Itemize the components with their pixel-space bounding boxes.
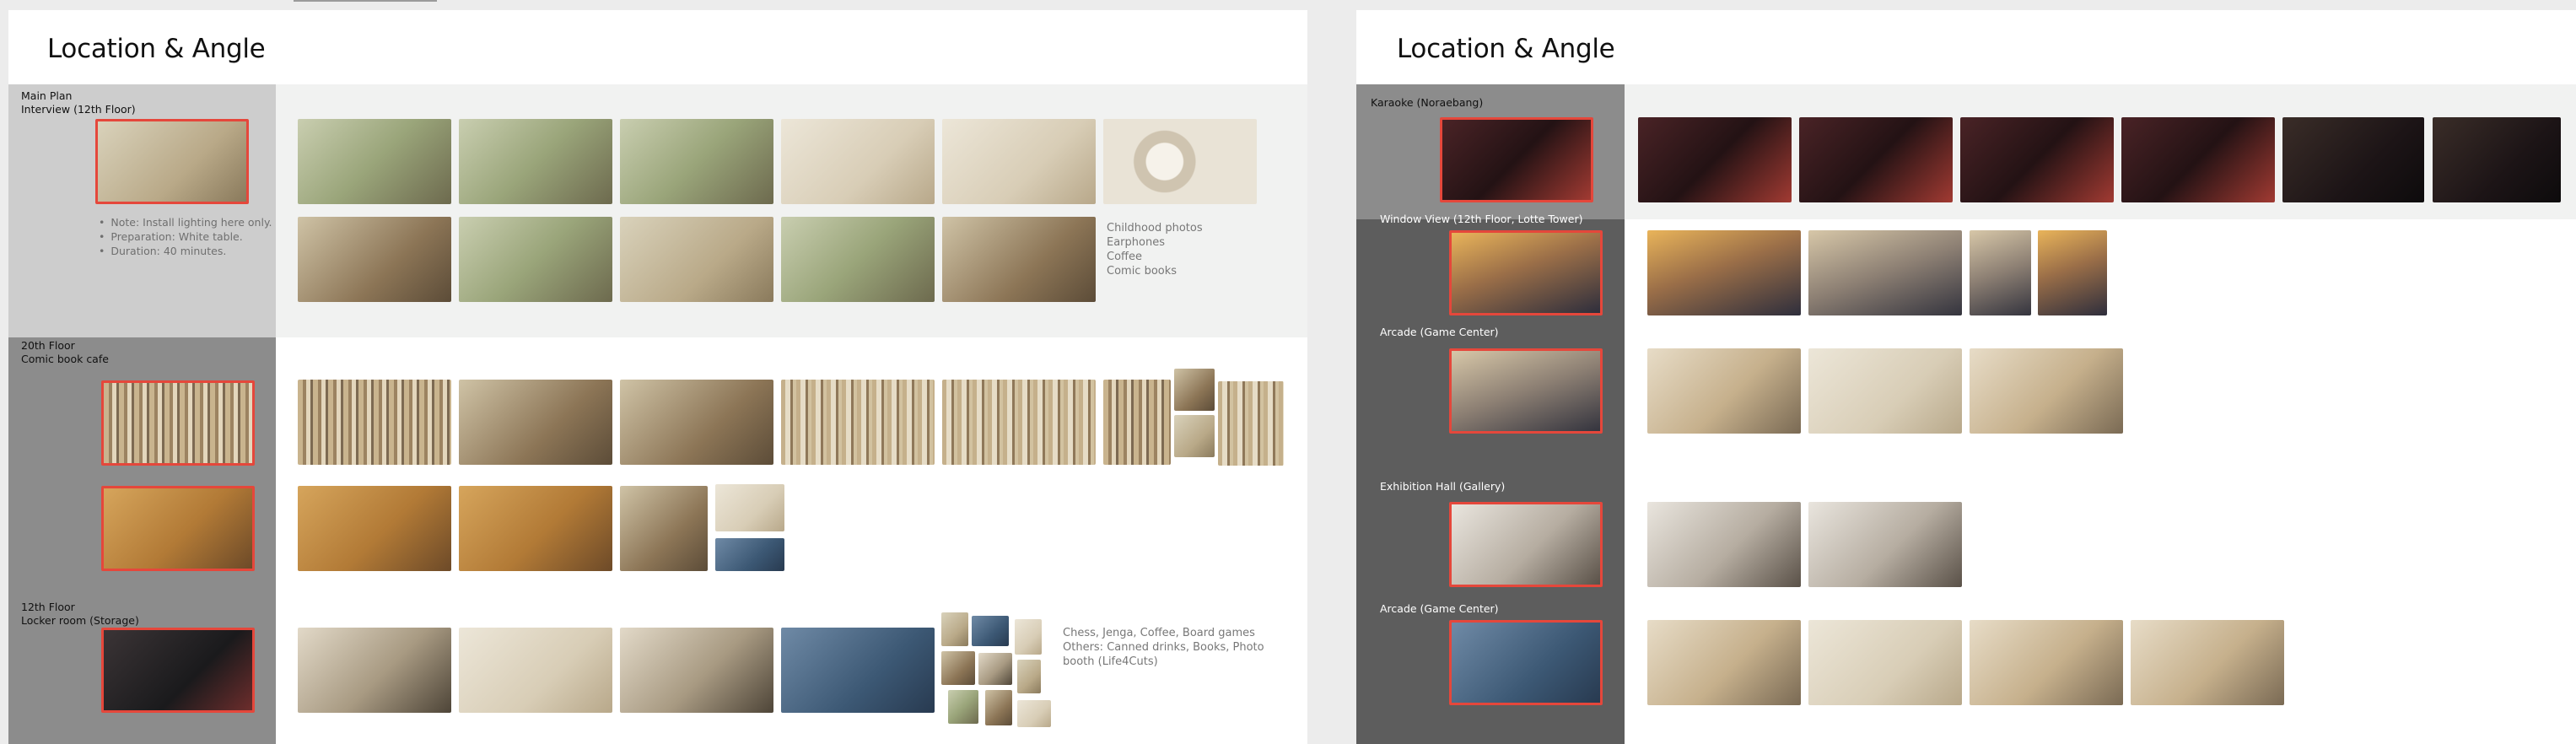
reference-photo[interactable] bbox=[459, 217, 612, 302]
reference-photo[interactable] bbox=[1017, 700, 1051, 727]
reference-photo[interactable] bbox=[1808, 620, 1962, 705]
reference-photo[interactable] bbox=[1970, 620, 2123, 705]
props-list: Childhood photos Earphones Coffee Comic … bbox=[1107, 221, 1203, 278]
reference-photo[interactable] bbox=[1808, 230, 1962, 315]
board-title: Location & Angle bbox=[1397, 34, 1615, 64]
reference-photo[interactable] bbox=[2131, 620, 2284, 705]
prop-item: Coffee bbox=[1107, 251, 1142, 263]
reference-photo[interactable] bbox=[715, 538, 784, 571]
section-label-line2: Locker room (Storage) bbox=[21, 614, 139, 627]
board-title: Location & Angle bbox=[47, 34, 266, 64]
section-label: Exhibition Hall (Gallery) bbox=[1380, 480, 1506, 493]
board-right: Location & Angle Karaoke (Noraebang) Win… bbox=[1356, 10, 2576, 744]
section-label-line1: 12th Floor bbox=[21, 601, 75, 613]
reference-photo[interactable] bbox=[781, 380, 935, 465]
note-item: Note: Install lighting here only. bbox=[99, 215, 272, 229]
reference-photo[interactable] bbox=[1647, 348, 1801, 434]
section-label-line1: 20th Floor bbox=[21, 339, 75, 352]
reference-photo[interactable] bbox=[1174, 415, 1215, 457]
reference-photo[interactable] bbox=[941, 612, 968, 646]
reference-photo[interactable] bbox=[941, 651, 975, 685]
selected-angle-photo[interactable] bbox=[1440, 117, 1593, 202]
reference-photo[interactable] bbox=[620, 486, 708, 571]
selected-angle-photo[interactable] bbox=[1449, 620, 1603, 705]
reference-photo[interactable] bbox=[1638, 117, 1792, 202]
reference-photo[interactable] bbox=[1174, 369, 1215, 411]
reference-photo[interactable] bbox=[1970, 230, 2031, 315]
reference-photo[interactable] bbox=[1017, 660, 1041, 693]
reference-photo[interactable] bbox=[1647, 502, 1801, 587]
prop-item: Earphones bbox=[1107, 236, 1165, 249]
reference-photo[interactable] bbox=[978, 653, 1012, 685]
prop-item: Childhood photos bbox=[1107, 222, 1203, 235]
reference-photo[interactable] bbox=[948, 690, 978, 724]
reference-photo[interactable] bbox=[1808, 348, 1962, 434]
reference-photo[interactable] bbox=[781, 628, 935, 713]
reference-photo[interactable] bbox=[1799, 117, 1953, 202]
section-label: Arcade (Game Center) bbox=[1380, 602, 1499, 615]
reference-photo[interactable] bbox=[985, 690, 1012, 725]
reference-photo[interactable] bbox=[298, 119, 451, 204]
prop-item: Comic books bbox=[1107, 265, 1178, 278]
section-label: Window View (12th Floor, Lotte Tower) bbox=[1380, 213, 1583, 225]
note-item: Duration: 40 minutes. bbox=[99, 244, 272, 258]
section-label-line2: Comic book cafe bbox=[21, 353, 109, 365]
reference-photo[interactable] bbox=[620, 628, 773, 713]
board-left: Location & Angle Main Plan Interview (12… bbox=[8, 10, 1307, 744]
reference-photo[interactable] bbox=[620, 217, 773, 302]
reference-photo[interactable] bbox=[620, 380, 773, 465]
reference-photo[interactable] bbox=[459, 628, 612, 713]
reference-photo[interactable] bbox=[298, 628, 451, 713]
reference-photo[interactable] bbox=[2282, 117, 2424, 202]
reference-photo[interactable] bbox=[942, 119, 1096, 204]
reference-photo[interactable] bbox=[459, 380, 612, 465]
notes-list: Note: Install lighting here only. Prepar… bbox=[99, 215, 272, 258]
reference-photo[interactable] bbox=[781, 119, 935, 204]
reference-photo[interactable] bbox=[1808, 502, 1962, 587]
section-label: Karaoke (Noraebang) bbox=[1371, 96, 1484, 109]
reference-photo[interactable] bbox=[942, 217, 1096, 302]
reference-photo[interactable] bbox=[781, 217, 935, 302]
note-item: Preparation: White table. bbox=[99, 229, 272, 244]
reference-photo[interactable] bbox=[1218, 381, 1284, 466]
reference-photo[interactable] bbox=[1960, 117, 2114, 202]
props-text: Chess, Jenga, Coffee, Board games Others… bbox=[1063, 627, 1264, 668]
selected-angle-photo[interactable] bbox=[101, 380, 255, 466]
reference-photo[interactable] bbox=[1103, 119, 1257, 204]
reference-photo[interactable] bbox=[942, 380, 1096, 465]
selected-angle-photo[interactable] bbox=[101, 628, 255, 713]
reference-photo[interactable] bbox=[298, 486, 451, 571]
reference-photo[interactable] bbox=[298, 380, 451, 465]
section-label-line1: Main Plan bbox=[21, 89, 73, 102]
reference-photo[interactable] bbox=[715, 484, 784, 531]
reference-photo[interactable] bbox=[459, 486, 612, 571]
selected-angle-photo[interactable] bbox=[1449, 230, 1603, 315]
reference-photo[interactable] bbox=[1015, 619, 1042, 655]
reference-photo[interactable] bbox=[298, 217, 451, 302]
selected-angle-photo[interactable] bbox=[1449, 348, 1603, 434]
section-label: Arcade (Game Center) bbox=[1380, 326, 1499, 338]
reference-photo[interactable] bbox=[1103, 380, 1171, 465]
selected-angle-photo[interactable] bbox=[1449, 502, 1603, 587]
selected-angle-photo[interactable] bbox=[95, 119, 249, 204]
reference-photo[interactable] bbox=[2433, 117, 2561, 202]
selected-angle-photo[interactable] bbox=[101, 486, 255, 571]
reference-photo[interactable] bbox=[2038, 230, 2107, 315]
reference-photo[interactable] bbox=[620, 119, 773, 204]
section-label-line2: Interview (12th Floor) bbox=[21, 103, 136, 116]
reference-photo[interactable] bbox=[1647, 230, 1801, 315]
reference-photo[interactable] bbox=[1970, 348, 2123, 434]
reference-photo[interactable] bbox=[1647, 620, 1801, 705]
reference-photo[interactable] bbox=[2121, 117, 2275, 202]
top-divider bbox=[294, 0, 437, 2]
reference-photo[interactable] bbox=[972, 616, 1009, 646]
reference-photo[interactable] bbox=[459, 119, 612, 204]
